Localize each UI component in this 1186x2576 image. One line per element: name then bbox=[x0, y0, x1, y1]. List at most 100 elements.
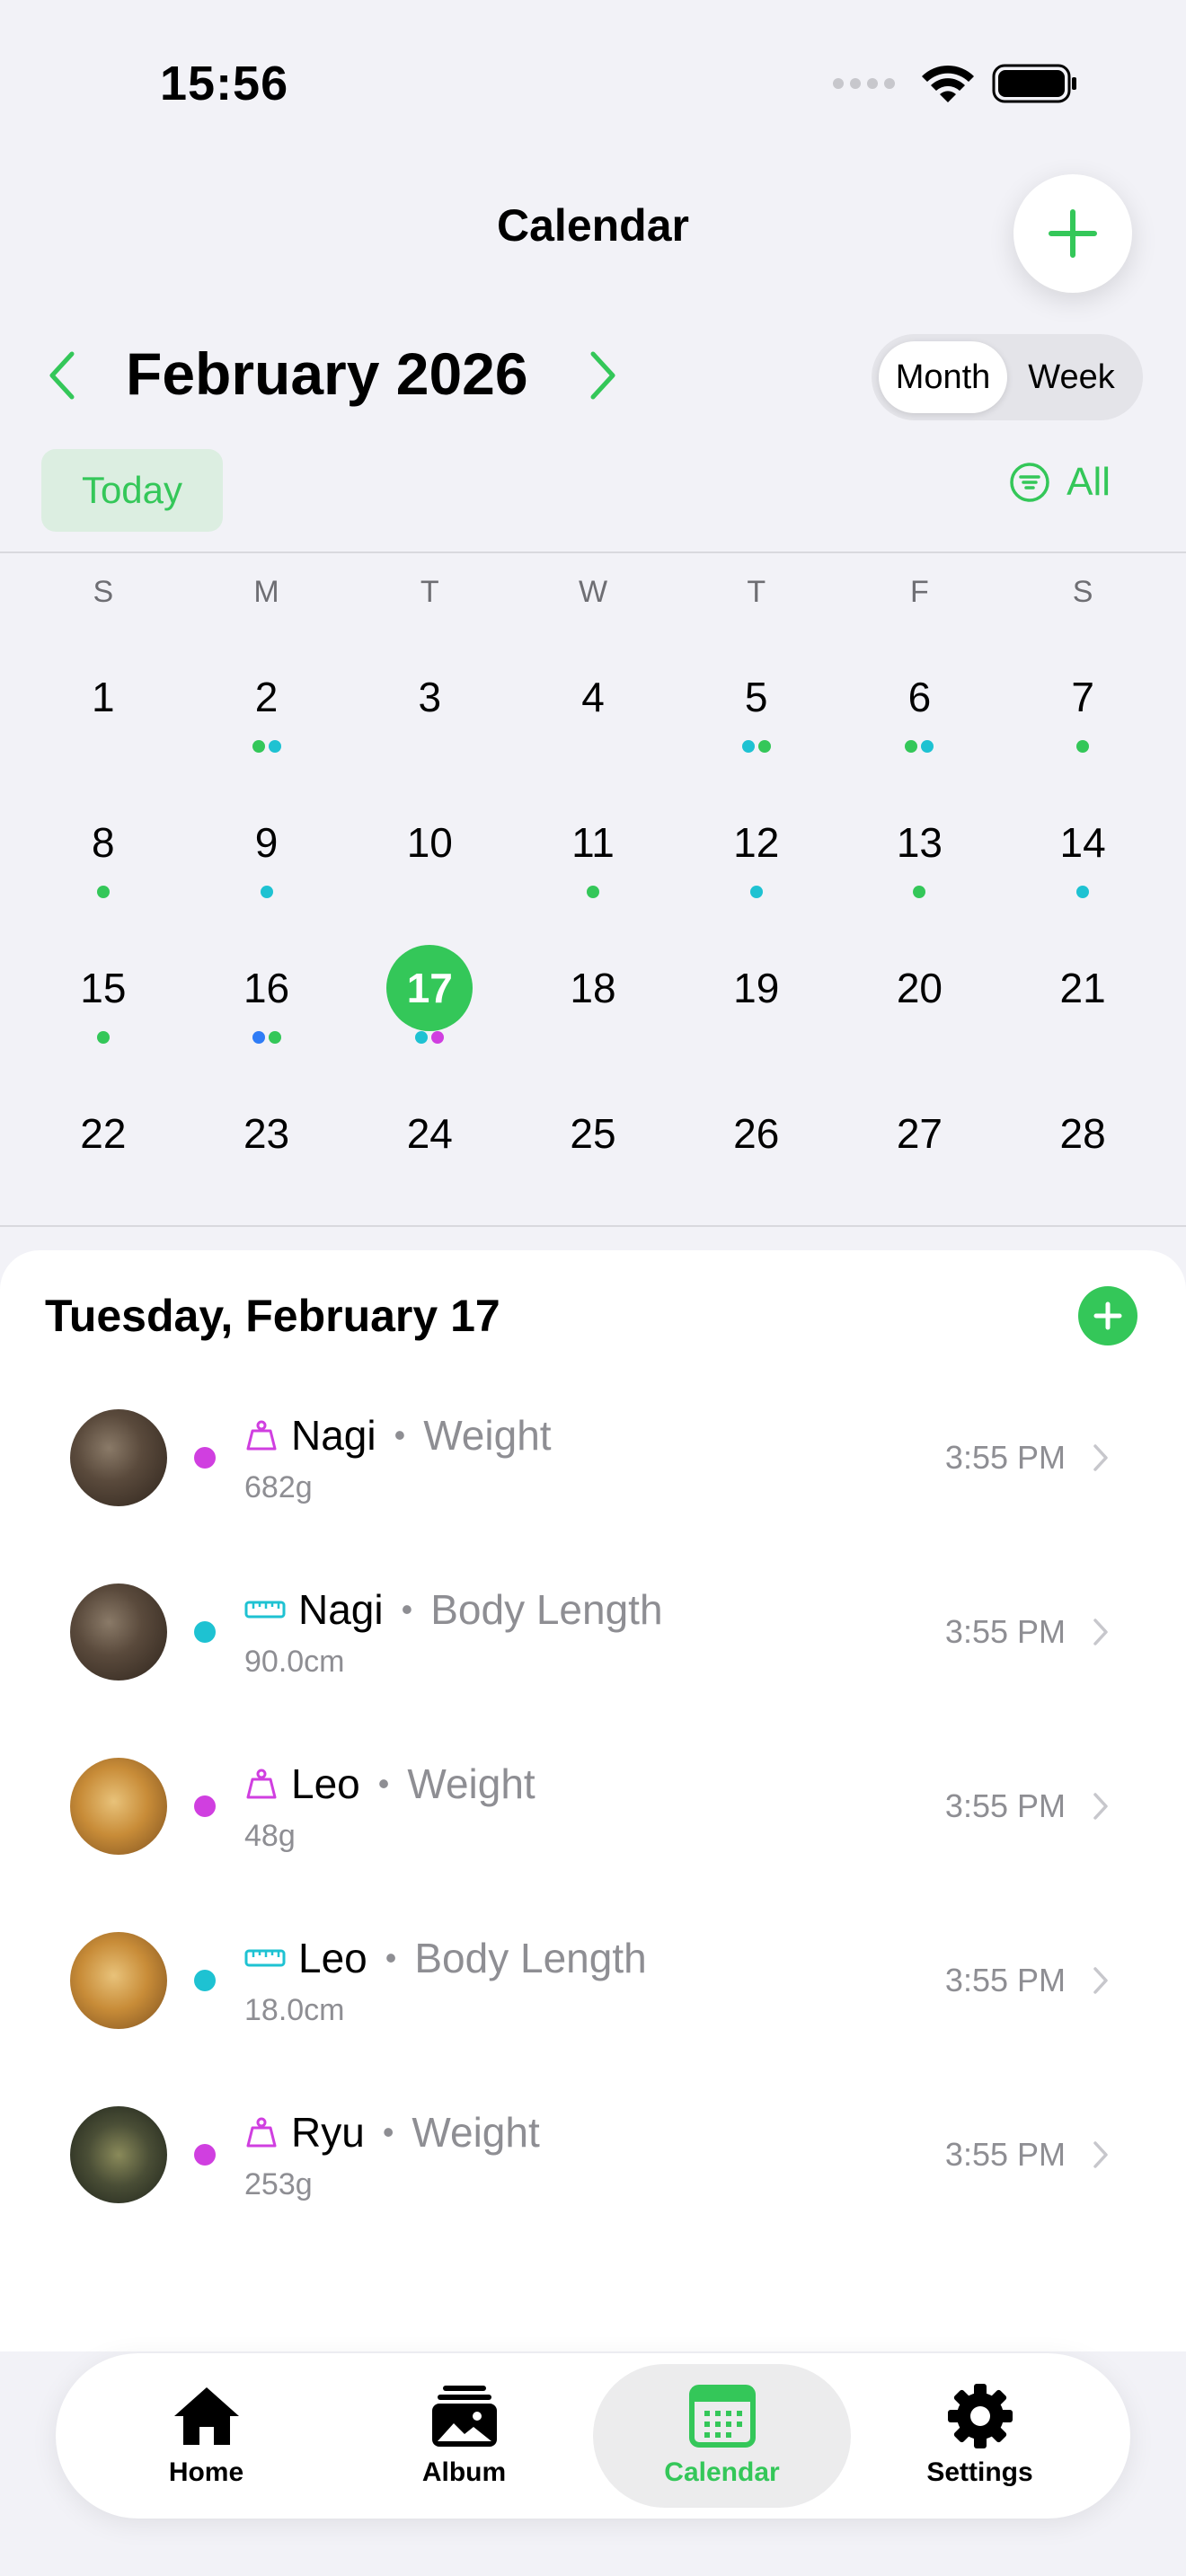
tab-settings[interactable]: Settings bbox=[851, 2364, 1109, 2508]
event-dots bbox=[905, 740, 934, 753]
event-color-dot bbox=[194, 2144, 216, 2166]
calendar-day[interactable]: 23 bbox=[185, 1065, 349, 1211]
weight-icon bbox=[246, 1420, 277, 1450]
tab-calendar[interactable]: Calendar bbox=[593, 2364, 851, 2508]
record-time: 3:55 PM bbox=[944, 1439, 1066, 1476]
calendar-day[interactable]: 12 bbox=[675, 774, 838, 920]
day-number: 28 bbox=[1059, 1110, 1106, 1157]
calendar-day[interactable]: 8 bbox=[22, 774, 185, 920]
event-dots bbox=[741, 740, 771, 753]
calendar-day[interactable]: 20 bbox=[838, 920, 1002, 1065]
day-number: 6 bbox=[907, 674, 932, 720]
weekday-label: T bbox=[420, 575, 439, 609]
tab-home[interactable]: Home bbox=[77, 2364, 335, 2508]
calendar-day[interactable]: 5 bbox=[675, 629, 838, 774]
calendar-day[interactable]: 6 bbox=[838, 629, 1002, 774]
ruler-icon bbox=[244, 1949, 286, 1966]
day-number: 15 bbox=[80, 965, 127, 1011]
calendar-day[interactable]: 7 bbox=[1001, 629, 1164, 774]
calendar-day[interactable]: 18 bbox=[511, 920, 675, 1065]
day-number: 22 bbox=[80, 1110, 127, 1157]
calendar-day[interactable]: 9 bbox=[185, 774, 349, 920]
filter-button[interactable]: All bbox=[1009, 460, 1111, 505]
event-row[interactable]: Leo • Body Length 18.0cm 3:55 PM bbox=[0, 1893, 1186, 2068]
calendar-day[interactable]: 10 bbox=[348, 774, 511, 920]
calendar-day[interactable]: 2 bbox=[185, 629, 349, 774]
calendar-day[interactable]: 28 bbox=[1001, 1065, 1164, 1211]
weekday-label: S bbox=[93, 575, 114, 609]
week-view-option[interactable]: Week bbox=[1007, 341, 1136, 413]
tab-album[interactable]: Album bbox=[335, 2364, 593, 2508]
divider bbox=[0, 1225, 1186, 1227]
event-dot bbox=[96, 1031, 110, 1044]
calendar-day[interactable]: 19 bbox=[675, 920, 838, 1065]
event-row[interactable]: Ryu • Weight 253g 3:55 PM bbox=[0, 2068, 1186, 2242]
calendar-day[interactable]: 1 bbox=[22, 629, 185, 774]
event-dot bbox=[268, 1031, 281, 1044]
weekday-label: M bbox=[253, 575, 279, 609]
pet-avatar bbox=[70, 1409, 167, 1506]
calendar-day[interactable]: 4 bbox=[511, 629, 675, 774]
wifi-icon bbox=[922, 65, 974, 102]
calendar-day[interactable]: 22 bbox=[22, 1065, 185, 1211]
add-record-button[interactable] bbox=[1013, 174, 1132, 293]
weekday-label: S bbox=[1072, 575, 1093, 609]
calendar-day[interactable]: 17 bbox=[348, 920, 511, 1065]
calendar-day[interactable]: 27 bbox=[838, 1065, 1002, 1211]
plus-icon bbox=[1049, 209, 1097, 258]
today-button[interactable]: Today bbox=[41, 449, 223, 532]
day-number: 13 bbox=[896, 819, 943, 866]
calendar-day[interactable]: 13 bbox=[838, 774, 1002, 920]
calendar-day[interactable]: 3 bbox=[348, 629, 511, 774]
calendar-day[interactable]: 25 bbox=[511, 1065, 675, 1211]
weight-icon bbox=[246, 1769, 277, 1798]
record-value: 48g bbox=[244, 1818, 296, 1853]
add-event-button[interactable] bbox=[1078, 1286, 1137, 1345]
separator-dot: • bbox=[377, 1764, 390, 1802]
event-dot bbox=[252, 740, 265, 753]
event-row[interactable]: Nagi • Body Length 90.0cm 3:55 PM bbox=[0, 1545, 1186, 1719]
record-type: Weight bbox=[407, 1760, 535, 1807]
calendar-day[interactable]: 14 bbox=[1001, 774, 1164, 920]
event-row[interactable]: Leo • Weight 48g 3:55 PM bbox=[0, 1719, 1186, 1893]
event-color-dot bbox=[194, 1970, 216, 1991]
pet-name: Leo bbox=[298, 1934, 367, 1981]
separator-dot: • bbox=[401, 1590, 413, 1628]
chevron-right-icon bbox=[1087, 1788, 1114, 1824]
event-row[interactable]: Nagi • Weight 682g 3:55 PM bbox=[0, 1371, 1186, 1545]
event-dot bbox=[268, 740, 281, 753]
day-number: 27 bbox=[896, 1110, 943, 1157]
event-dot bbox=[96, 886, 110, 898]
day-number: 12 bbox=[733, 819, 780, 866]
status-icons bbox=[833, 63, 1078, 104]
status-time: 15:56 bbox=[160, 57, 289, 110]
calendar-day[interactable]: 21 bbox=[1001, 920, 1164, 1065]
day-number: 4 bbox=[581, 674, 605, 720]
record-value: 253g bbox=[244, 2166, 313, 2201]
day-number: 17 bbox=[386, 945, 474, 1031]
next-month-button[interactable] bbox=[580, 347, 625, 404]
day-number: 10 bbox=[406, 819, 453, 866]
calendar-day[interactable]: 16 bbox=[185, 920, 349, 1065]
month-view-option[interactable]: Month bbox=[879, 341, 1007, 413]
ruler-icon bbox=[244, 1601, 286, 1618]
record-type: Body Length bbox=[430, 1585, 663, 1633]
calendar-day[interactable]: 15 bbox=[22, 920, 185, 1065]
event-color-dot bbox=[194, 1621, 216, 1643]
day-number: 24 bbox=[406, 1110, 453, 1157]
calendar-day[interactable]: 24 bbox=[348, 1065, 511, 1211]
calendar-day[interactable]: 11 bbox=[511, 774, 675, 920]
event-color-dot bbox=[194, 1795, 216, 1817]
day-number: 20 bbox=[896, 965, 943, 1011]
day-number: 25 bbox=[570, 1110, 616, 1157]
event-dot bbox=[749, 886, 763, 898]
record-time: 3:55 PM bbox=[944, 2136, 1066, 2173]
event-dots bbox=[586, 886, 599, 898]
previous-month-button[interactable] bbox=[40, 347, 84, 404]
pet-name: Leo bbox=[291, 1760, 360, 1807]
chevron-right-icon bbox=[590, 351, 615, 400]
calendar-day[interactable]: 26 bbox=[675, 1065, 838, 1211]
event-dots bbox=[260, 886, 273, 898]
day-number: 23 bbox=[243, 1110, 290, 1157]
selected-date-title: Tuesday, February 17 bbox=[45, 1291, 500, 1341]
